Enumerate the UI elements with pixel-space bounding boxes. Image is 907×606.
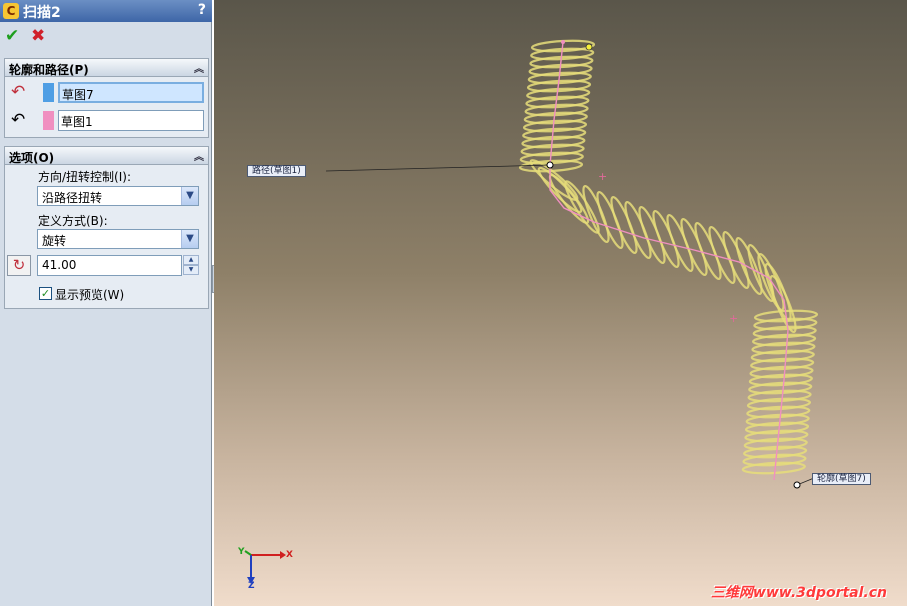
site-watermark: 三维网www.3dportal.cn	[710, 585, 887, 601]
graphics-viewport[interactable]: + + 路径(草图1) 轮廓(草图7) X Y Z 三维网www.3dporta…	[214, 0, 907, 606]
profile-selection-box[interactable]: 草图7	[58, 82, 204, 103]
collapse-icon[interactable]: ︽	[194, 60, 204, 75]
axis-x-label: X	[286, 550, 293, 560]
twist-angle-input[interactable]: 41.00	[37, 255, 182, 276]
orientation-label: 方向/扭转控制(I):	[38, 170, 131, 184]
spring-sweep-preview: + +	[244, 39, 819, 584]
options-group-title: 选项(O)	[9, 151, 55, 165]
path-point-marker[interactable]	[546, 161, 554, 169]
define-by-select[interactable]: 旋转 ▼	[37, 229, 199, 249]
profile-selection-row: ↶ 草图7	[9, 81, 205, 103]
spin-up-icon[interactable]: ▲	[183, 255, 199, 265]
options-group-header[interactable]: 选项(O) ︽	[5, 147, 208, 165]
spring-coil	[596, 190, 624, 250]
path-end-marker	[561, 40, 565, 44]
spring-coil	[624, 200, 652, 260]
spring-coil	[652, 209, 680, 269]
profile-callout[interactable]: 轮廓(草图7)	[812, 473, 871, 485]
center-plus-marker: +	[729, 312, 738, 325]
orientation-select[interactable]: 沿路径扭转 ▼	[37, 186, 199, 206]
path-selection-box[interactable]: 草图1	[58, 110, 204, 131]
path-start-marker[interactable]	[585, 43, 593, 51]
orientation-value: 沿路径扭转	[42, 191, 103, 205]
path-selection-row: ↶ 草图1	[9, 109, 205, 131]
chevron-down-icon[interactable]: ▼	[181, 230, 198, 248]
path-icon: ↶	[11, 110, 26, 130]
collapse-icon[interactable]: ︽	[194, 148, 204, 163]
path-leader-line	[325, 164, 551, 172]
path-color-swatch	[43, 111, 54, 130]
spring-coils	[518, 39, 819, 475]
reverse-direction-icon[interactable]: ↻	[7, 255, 31, 276]
help-button[interactable]: ?	[198, 2, 206, 18]
define-by-value: 旋转	[42, 234, 67, 248]
feature-icon: C	[3, 3, 19, 19]
cancel-button[interactable]: ✖	[31, 27, 45, 45]
axis-y-label: Y	[238, 547, 245, 557]
spring-coil	[582, 184, 610, 244]
ok-button[interactable]: ✔	[5, 27, 19, 45]
twist-angle-spinner[interactable]: ▲ ▼	[183, 255, 199, 276]
profile-path-group: 轮廓和路径(P) ︽ ↶ 草图7 ↶ 草图1	[4, 58, 209, 138]
panel-title: 扫描2	[23, 5, 61, 21]
define-by-label: 定义方式(B):	[38, 214, 108, 228]
spring-coil	[666, 213, 694, 273]
profile-icon: ↶	[11, 82, 26, 102]
profile-point-marker[interactable]	[793, 481, 801, 489]
show-preview-label: 显示预览(W)	[55, 288, 125, 302]
property-manager-panel: C 扫描2 ? ✔ ✖ 轮廓和路径(P) ︽ ↶ 草图7 ↶ 草图1 选项(O)…	[0, 0, 212, 606]
spring-coil	[610, 195, 638, 255]
spin-down-icon[interactable]: ▼	[183, 265, 199, 275]
panel-title-bar: C 扫描2 ?	[0, 0, 212, 22]
profile-path-group-header[interactable]: 轮廓和路径(P) ︽	[5, 59, 208, 77]
show-preview-checkbox[interactable]: ✓	[39, 287, 52, 300]
profile-color-swatch	[43, 83, 54, 102]
spring-coil	[741, 461, 806, 475]
axis-z-label: Z	[248, 581, 255, 591]
coordinate-triad	[244, 550, 286, 584]
path-callout[interactable]: 路径(草图1)	[247, 165, 306, 177]
profile-path-group-title: 轮廓和路径(P)	[9, 63, 89, 77]
spring-coil	[638, 205, 666, 265]
chevron-down-icon[interactable]: ▼	[181, 187, 198, 205]
center-plus-marker: +	[598, 170, 607, 183]
